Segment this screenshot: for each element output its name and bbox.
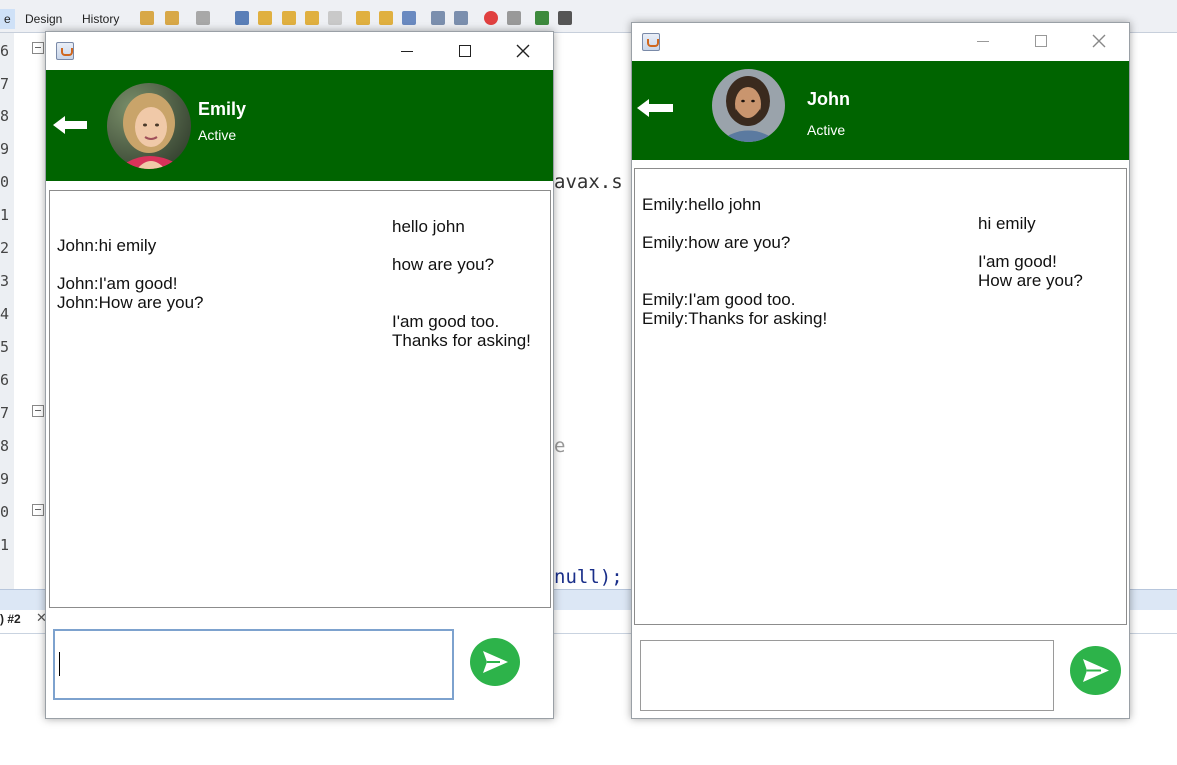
output-tab[interactable]: ) #2 [0,612,21,626]
message-received: John:hi emily [57,236,157,255]
chat-messages[interactable]: Emily:hello john hi emily Emily:how are … [634,168,1127,625]
message-sent: how are you? [392,255,495,274]
line-number: 7 [0,404,10,422]
line-number: 8 [0,437,10,455]
back-arrow-icon[interactable] [51,114,89,136]
fold-toggle[interactable] [32,504,44,516]
message-input[interactable] [53,629,454,700]
message-received: John:I'am good! [57,274,178,293]
message-sent: hello john [392,217,465,236]
avatar [107,83,191,169]
chat-header: Emily Active [46,70,553,181]
tab-design[interactable]: Design [21,9,66,29]
contact-name: John [807,89,850,109]
contact-status: Active [198,127,237,143]
tab-history[interactable]: History [78,9,123,29]
chat-messages[interactable]: hello john John:hi emily how are you? Jo… [49,190,551,608]
line-number: 5 [0,338,10,356]
minimize-icon[interactable] [977,41,989,42]
search-icon[interactable] [235,11,249,25]
contact-name: Emily [198,99,247,119]
toolbar-icon[interactable] [454,11,468,25]
message-sent: How are you? [978,271,1083,290]
toolbar-icon[interactable] [258,11,272,25]
line-number: 6 [0,371,10,389]
toolbar-icon[interactable] [305,11,319,25]
close-icon[interactable] [1092,34,1106,48]
chat-header: John Active [632,61,1129,160]
toolbar-icon[interactable] [558,11,572,25]
code-text: avax.s [554,171,623,193]
line-number: 7 [0,75,10,93]
toolbar-icon[interactable] [431,11,445,25]
send-icon [1083,659,1109,682]
message-received: Emily:how are you? [642,233,791,252]
send-icon [483,651,508,673]
chat-window-john: John Active Emily:hello john hi emily Em… [631,22,1130,719]
message-sent: I'am good too. [392,312,500,331]
title-bar[interactable] [46,32,553,70]
code-text: null); [554,566,623,588]
toolbar-icon[interactable] [535,11,549,25]
toolbar-icon[interactable] [356,11,370,25]
avatar-photo [107,83,191,169]
line-number: 1 [0,536,10,554]
minimize-icon[interactable] [401,51,413,52]
toolbar-icon[interactable] [140,11,154,25]
message-sent: I'am good! [978,252,1057,271]
toolbar-icon[interactable] [328,11,342,25]
toolbar-icon[interactable] [165,11,179,25]
toolbar-icon[interactable] [402,11,416,25]
chat-window-emily: Emily Active hello john John:hi emily ho… [45,31,554,719]
java-app-icon [56,42,74,60]
line-number: 2 [0,239,10,257]
line-number: 1 [0,206,10,224]
message-sent: hi emily [978,214,1036,233]
send-button[interactable] [470,638,520,686]
message-received: Emily:hello john [642,195,762,214]
message-sent: Thanks for asking! [392,331,531,350]
message-received: Emily:I'am good too. [642,290,796,309]
tab-source[interactable]: e [0,9,15,29]
contact-status: Active [807,122,846,138]
line-number: 9 [0,140,10,158]
line-number: 6 [0,42,10,60]
avatar-photo [712,69,785,142]
back-arrow-icon[interactable] [635,97,675,119]
stop-icon[interactable] [507,11,521,25]
toolbar-icon[interactable] [282,11,296,25]
java-app-icon [642,33,660,51]
line-number: 0 [0,503,10,521]
send-button[interactable] [1070,646,1121,695]
line-number: 3 [0,272,10,290]
maximize-icon[interactable] [459,45,471,57]
message-received: Emily:Thanks for asking! [642,309,828,328]
close-icon[interactable] [516,44,530,58]
message-input[interactable] [640,640,1054,711]
line-number: 8 [0,107,10,125]
line-number: 4 [0,305,10,323]
maximize-icon[interactable] [1035,35,1047,47]
toolbar-icon[interactable] [196,11,210,25]
fold-toggle[interactable] [32,42,44,54]
avatar [712,69,785,142]
fold-toggle[interactable] [32,405,44,417]
line-number: 9 [0,470,10,488]
line-number: 0 [0,173,10,191]
record-icon[interactable] [484,11,498,25]
title-bar[interactable] [632,23,1129,61]
message-received: John:How are you? [57,293,204,312]
text-caret [59,652,60,676]
code-text: e [554,435,566,457]
toolbar-icon[interactable] [379,11,393,25]
